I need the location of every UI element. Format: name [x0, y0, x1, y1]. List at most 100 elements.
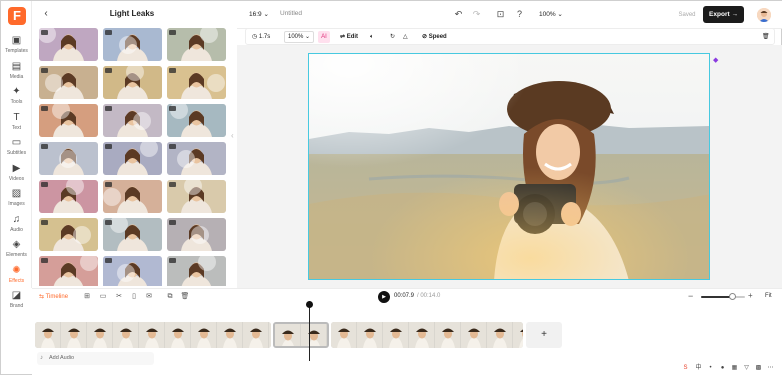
volume-icon[interactable]: 🔈︎: [370, 33, 374, 42]
add-scene-icon[interactable]: ⊞: [82, 292, 92, 302]
screenshot-icon[interactable]: ⊡: [495, 9, 506, 20]
templates-icon: ▣: [11, 35, 22, 46]
effect-thumbnail[interactable]: [103, 28, 162, 61]
timeline-clip[interactable]: [273, 322, 329, 348]
text-icon: T: [13, 111, 20, 123]
system-tray: S 中 • ● ▦ ▽ ▩ ⋯: [681, 363, 781, 375]
scale-value: 100%: [288, 34, 304, 40]
undo-icon[interactable]: ↶: [453, 9, 464, 20]
effect-thumbnail[interactable]: [167, 218, 226, 251]
effect-thumbnail[interactable]: [39, 218, 98, 251]
dot-icon[interactable]: •: [706, 364, 715, 373]
effect-thumbnail[interactable]: [103, 180, 162, 213]
timeline-tab[interactable]: ⇆ Timeline: [39, 293, 68, 300]
effect-thumbnail[interactable]: [103, 104, 162, 137]
playhead[interactable]: [309, 301, 310, 361]
slider-fill: [701, 296, 732, 298]
effect-thumbnail[interactable]: [103, 256, 162, 286]
timeline-clip[interactable]: [331, 322, 523, 348]
ai-effect-button[interactable]: AI: [318, 31, 330, 43]
sidebar-item-effects[interactable]: ✺ Effects: [1, 264, 32, 288]
add-audio-label: Add Audio: [49, 355, 75, 361]
speed-label: Speed: [428, 34, 447, 40]
effect-thumbnail[interactable]: [39, 104, 98, 137]
sidebar-item-media[interactable]: ▤ Media: [1, 60, 32, 84]
keyboard-icon[interactable]: ▦: [730, 364, 739, 373]
sidebar-item-label: Images: [8, 201, 25, 207]
sidebar-item-text[interactable]: T Text: [1, 111, 32, 135]
ime-s-icon[interactable]: S: [681, 364, 690, 373]
grid-icon[interactable]: ▩: [754, 364, 763, 373]
video-badge-icon: [41, 220, 48, 225]
playhead-handle[interactable]: [306, 301, 313, 308]
sidebar-item-templates[interactable]: ▣ Templates: [1, 34, 32, 58]
duration-control[interactable]: ◷ 1.7s: [252, 33, 270, 42]
scale-select[interactable]: 100% ⌄: [284, 31, 315, 43]
effect-thumbnail[interactable]: [39, 28, 98, 61]
slider-knob[interactable]: [728, 293, 736, 300]
video-badge-icon: [169, 106, 176, 111]
fit-button[interactable]: Fit: [765, 293, 772, 299]
effect-thumbnail[interactable]: [39, 66, 98, 99]
speed-button[interactable]: ⊘ Speed: [422, 33, 447, 42]
aspect-ratio-select[interactable]: 16:9 ⌄: [249, 10, 269, 18]
tools-icon: ✦: [12, 86, 21, 97]
ime-zh-icon[interactable]: 中: [694, 364, 703, 373]
export-button[interactable]: Export →: [703, 6, 744, 23]
play-button[interactable]: ▶: [378, 291, 390, 303]
mic-icon[interactable]: ●: [718, 364, 727, 373]
avatar[interactable]: [757, 8, 771, 22]
video-frame-image: [309, 54, 709, 279]
scissors-icon[interactable]: ✂: [114, 292, 124, 302]
timeline-clip[interactable]: [35, 322, 271, 348]
sidebar-item-brand[interactable]: ◪ Brand: [1, 289, 32, 313]
crop-icon[interactable]: ▯: [129, 292, 139, 302]
edit-button[interactable]: ⇌ Edit: [340, 33, 358, 42]
sidebar-item-audio[interactable]: ♫ Audio: [1, 213, 32, 237]
video-canvas[interactable]: [308, 53, 710, 280]
video-badge-icon: [41, 106, 48, 111]
add-clip-button[interactable]: +: [526, 322, 562, 348]
effect-thumbnail[interactable]: [167, 180, 226, 213]
trash-icon[interactable]: 🗑︎: [762, 33, 770, 42]
sidebar-item-tools[interactable]: ✦ Tools: [1, 85, 32, 109]
effect-thumbnail[interactable]: [167, 66, 226, 99]
app-logo[interactable]: F: [8, 7, 26, 25]
sidebar-item-videos[interactable]: ▶ Videos: [1, 162, 32, 186]
comment-icon[interactable]: ✉: [144, 292, 154, 302]
help-icon[interactable]: ?: [514, 9, 525, 20]
timeline-bar: ⇆ Timeline ⊞ ▭ ✂ ▯ ✉ ⧉ 🗑︎ ▶ 00:07.9 / 00…: [32, 288, 782, 304]
shirt-icon[interactable]: ▽: [742, 364, 751, 373]
zoom-in-icon[interactable]: +: [748, 291, 753, 300]
zoom-select[interactable]: 100% ⌄: [539, 10, 563, 18]
more-icon[interactable]: ⋯: [766, 364, 775, 373]
effect-thumbnail[interactable]: [103, 66, 162, 99]
project-title[interactable]: Untitled: [280, 10, 302, 17]
effect-thumbnail[interactable]: [167, 256, 226, 286]
flip-icon[interactable]: △: [403, 33, 408, 42]
effect-thumbnail[interactable]: [167, 104, 226, 137]
back-arrow-icon[interactable]: ‹: [40, 8, 52, 20]
effect-thumbnail[interactable]: [103, 218, 162, 251]
brand-icon: ◪: [11, 290, 22, 301]
sidebar-item-elements[interactable]: ◈ Elements: [1, 238, 32, 262]
effect-thumbnail[interactable]: [167, 28, 226, 61]
effect-thumbnail[interactable]: [39, 142, 98, 175]
add-audio-track[interactable]: ♪ Add Audio: [37, 352, 154, 365]
effect-thumbnail[interactable]: [39, 256, 98, 286]
clip-filmstrip: [275, 324, 327, 346]
timeline-zoom-slider[interactable]: [701, 293, 745, 300]
zoom-out-icon[interactable]: −: [688, 291, 693, 301]
redo-icon[interactable]: ↷: [471, 9, 482, 20]
sidebar-item-images[interactable]: ▨ Images: [1, 187, 32, 211]
delete-icon[interactable]: 🗑︎: [180, 292, 190, 302]
split-icon[interactable]: ▭: [98, 292, 108, 302]
video-badge-icon: [169, 258, 176, 263]
layer-badge-icon[interactable]: ◆: [713, 56, 721, 64]
effect-thumbnail[interactable]: [39, 180, 98, 213]
sidebar-item-subtitles[interactable]: ▭ Subtitles: [1, 136, 32, 160]
duplicate-icon[interactable]: ⧉: [165, 292, 175, 302]
effect-thumbnail[interactable]: [103, 142, 162, 175]
rotate-icon[interactable]: ↻: [390, 33, 395, 42]
effect-thumbnail[interactable]: [167, 142, 226, 175]
